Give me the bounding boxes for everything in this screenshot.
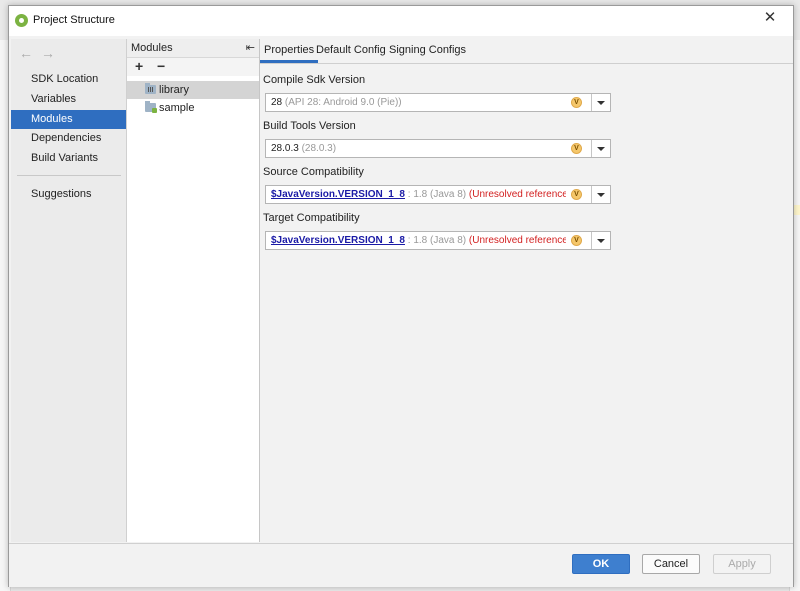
- nav-item-dependencies[interactable]: Dependencies: [11, 129, 126, 148]
- tab-properties[interactable]: Properties: [259, 44, 319, 63]
- modules-header: Modules ⇤: [127, 39, 259, 58]
- module-label: library: [159, 84, 189, 96]
- dropdown-arrow-icon[interactable]: [591, 94, 610, 111]
- variable-badge-icon[interactable]: V: [571, 143, 582, 154]
- module-item-sample[interactable]: sample: [127, 99, 259, 117]
- close-button[interactable]: ✕: [747, 6, 793, 28]
- ok-button[interactable]: OK: [572, 554, 630, 574]
- settings-nav: ←→ SDK Location Variables Modules Depend…: [11, 39, 127, 542]
- compile-sdk-label: Compile Sdk Version: [263, 74, 366, 86]
- modules-title: Modules: [131, 42, 173, 54]
- module-item-library[interactable]: library: [127, 81, 259, 99]
- build-tools-label: Build Tools Version: [263, 120, 356, 132]
- source-compat-value: $JavaVersion.VERSION_1_8 : 1.8 (Java 8) …: [271, 189, 566, 200]
- nav-item-sdk-location[interactable]: SDK Location: [11, 70, 126, 89]
- app-module-icon: [145, 101, 157, 113]
- compile-sdk-combo[interactable]: 28 (API 28: Android 9.0 (Pie)) V: [265, 93, 611, 112]
- collapse-panel-icon[interactable]: ⇤: [246, 41, 255, 54]
- module-properties-panel: Properties Default Config Signing Config…: [259, 39, 793, 542]
- apply-button[interactable]: Apply: [713, 554, 771, 574]
- properties-tabs: Properties Default Config Signing Config…: [259, 39, 793, 64]
- forward-arrow-icon[interactable]: →: [41, 45, 63, 61]
- close-icon: ✕: [763, 9, 777, 26]
- nav-item-modules[interactable]: Modules: [11, 110, 126, 129]
- nav-item-build-variants[interactable]: Build Variants: [11, 149, 126, 168]
- source-compat-combo[interactable]: $JavaVersion.VERSION_1_8 : 1.8 (Java 8) …: [265, 185, 611, 204]
- modules-toolbar: + −: [127, 58, 259, 76]
- source-compat-label: Source Compatibility: [263, 166, 364, 178]
- tab-signing-configs[interactable]: Signing Configs: [389, 44, 466, 56]
- nav-divider: [17, 175, 121, 176]
- variable-badge-icon[interactable]: V: [571, 189, 582, 200]
- variable-badge-icon[interactable]: V: [571, 235, 582, 246]
- dialog-footer: OK Cancel Apply: [9, 543, 793, 587]
- module-label: sample: [159, 102, 195, 114]
- dropdown-arrow-icon[interactable]: [591, 140, 610, 157]
- nav-item-suggestions[interactable]: Suggestions: [11, 185, 126, 204]
- target-compat-value: $JavaVersion.VERSION_1_8 : 1.8 (Java 8) …: [271, 235, 566, 246]
- project-structure-dialog: Project Structure ✕ ←→ SDK Location Vari…: [8, 5, 794, 587]
- back-arrow-icon[interactable]: ←: [19, 45, 41, 61]
- history-arrows: ←→: [19, 45, 63, 61]
- variable-badge-icon[interactable]: V: [571, 97, 582, 108]
- add-module-button[interactable]: +: [135, 58, 143, 74]
- dropdown-arrow-icon[interactable]: [591, 186, 610, 203]
- dialog-titlebar: Project Structure ✕: [9, 6, 793, 36]
- dialog-title: Project Structure: [33, 14, 115, 26]
- compile-sdk-value: 28 (API 28: Android 9.0 (Pie)): [271, 97, 402, 108]
- android-studio-icon: [15, 14, 28, 27]
- modules-panel: Modules ⇤ + − library sample: [127, 39, 260, 542]
- build-tools-value: 28.0.3 (28.0.3): [271, 143, 337, 154]
- target-compat-combo[interactable]: $JavaVersion.VERSION_1_8 : 1.8 (Java 8) …: [265, 231, 611, 250]
- remove-module-button[interactable]: −: [157, 58, 165, 74]
- tab-default-config[interactable]: Default Config: [316, 44, 386, 56]
- build-tools-combo[interactable]: 28.0.3 (28.0.3) V: [265, 139, 611, 158]
- nav-item-variables[interactable]: Variables: [11, 90, 126, 109]
- cancel-button[interactable]: Cancel: [642, 554, 700, 574]
- library-module-icon: [145, 83, 156, 94]
- target-compat-label: Target Compatibility: [263, 212, 360, 224]
- dropdown-arrow-icon[interactable]: [591, 232, 610, 249]
